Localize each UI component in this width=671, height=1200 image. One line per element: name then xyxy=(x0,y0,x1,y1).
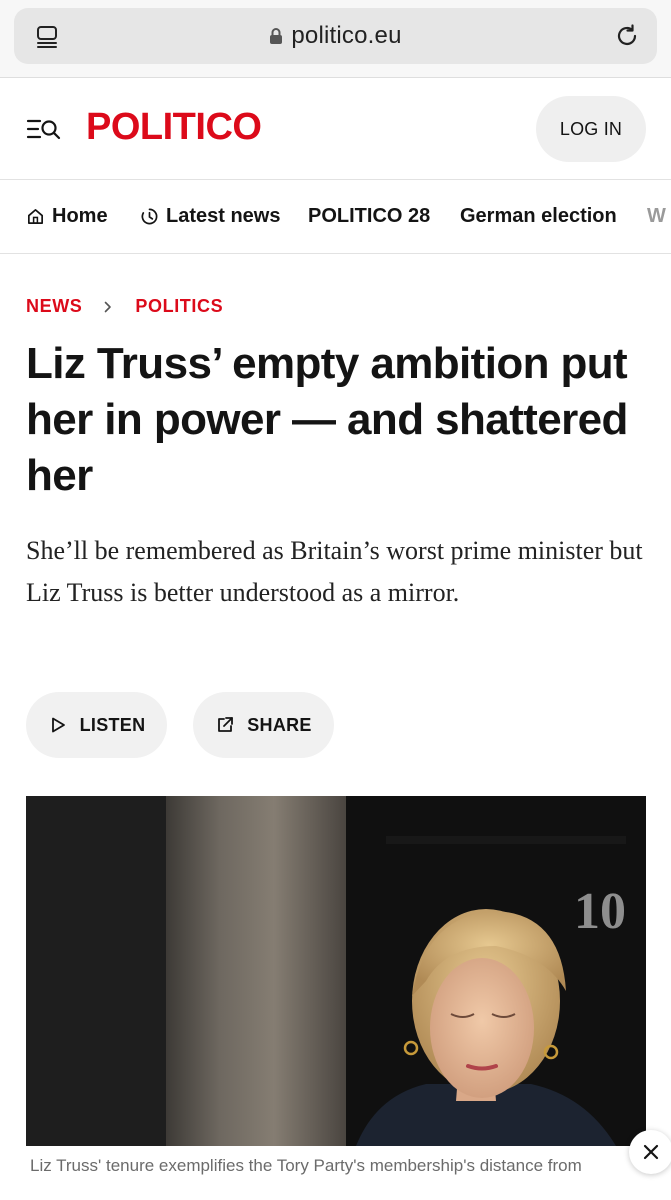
lock-icon xyxy=(270,28,283,44)
share-button[interactable]: SHARE xyxy=(193,692,334,758)
menu-search-icon[interactable] xyxy=(26,116,62,142)
photo-caption: Liz Truss' tenure exemplifies the Tory P… xyxy=(30,1156,582,1175)
politico-logo[interactable]: POLITICO xyxy=(86,106,262,149)
address-bar[interactable]: politico.eu xyxy=(14,8,657,64)
nav-item-truncated[interactable]: W xyxy=(647,205,666,228)
url-text[interactable]: politico.eu xyxy=(291,22,401,50)
breadcrumb-politics[interactable]: POLITICS xyxy=(135,296,223,317)
listen-label: LISTEN xyxy=(79,714,146,735)
site-header: POLITICO LOG IN xyxy=(0,79,671,180)
nav-item-label: Home xyxy=(52,205,108,227)
nav-item-label: Latest news xyxy=(166,205,281,227)
close-icon xyxy=(643,1144,659,1160)
breadcrumb: NEWS POLITICS xyxy=(26,296,223,317)
door-number: 10 xyxy=(574,883,626,940)
breadcrumb-news[interactable]: NEWS xyxy=(26,296,82,317)
hero-photo-illustration: 10 xyxy=(26,796,646,1146)
play-icon xyxy=(51,717,65,733)
browser-toolbar: politico.eu xyxy=(0,0,671,78)
close-button[interactable] xyxy=(629,1130,671,1174)
clock-icon xyxy=(141,208,158,225)
article-headline: Liz Truss’ empty ambition put her in pow… xyxy=(26,339,628,500)
nav-item-politico-28[interactable]: POLITICO 28 xyxy=(308,205,430,228)
share-icon xyxy=(218,717,234,732)
nav-item-latest-news[interactable]: Latest news xyxy=(140,205,280,228)
section-nav: Home Latest news POLITICO 28 German elec… xyxy=(0,181,671,254)
home-icon xyxy=(27,208,44,225)
nav-item-german-election[interactable]: German election xyxy=(460,205,617,228)
login-button[interactable]: LOG IN xyxy=(536,96,646,162)
nav-item-label: POLITICO 28 xyxy=(308,205,431,227)
nav-item-home[interactable]: Home xyxy=(26,205,108,228)
nav-item-label: German election xyxy=(460,205,617,227)
hero-photo: 10 xyxy=(26,796,646,1146)
article-dek: She’ll be remembered as Britain’s worst … xyxy=(26,536,643,607)
share-label: SHARE xyxy=(247,714,312,735)
chevron-right-icon xyxy=(105,301,112,312)
nav-item-label: W xyxy=(647,205,666,227)
reload-icon[interactable] xyxy=(613,22,641,50)
listen-button[interactable]: LISTEN xyxy=(26,692,167,758)
